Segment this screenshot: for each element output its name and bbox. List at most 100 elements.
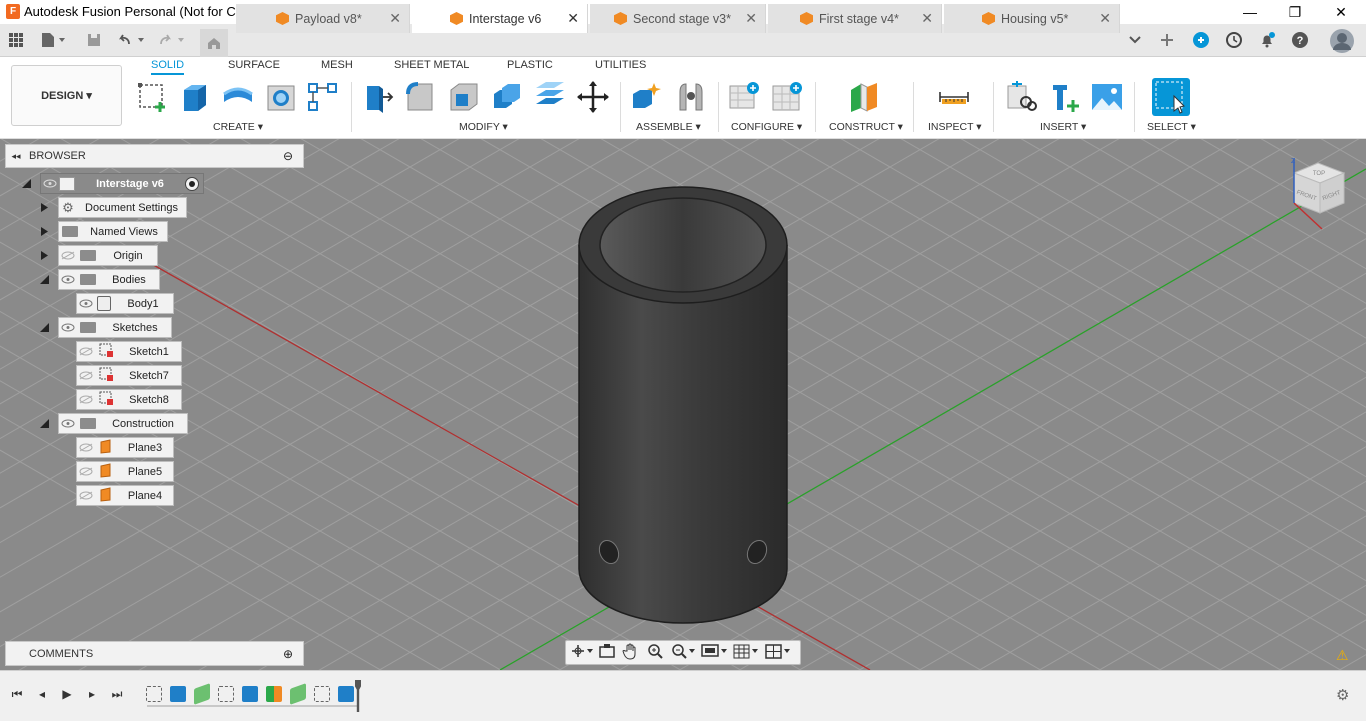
insert-mcmaster-icon[interactable] xyxy=(1047,80,1081,114)
grid-settings-icon[interactable] xyxy=(732,642,760,663)
eye-hidden-icon[interactable] xyxy=(77,366,95,385)
collapse-arrow-icon[interactable] xyxy=(39,322,50,333)
tab-mesh[interactable]: MESH xyxy=(321,59,353,75)
create-menu[interactable]: CREATE ▾ xyxy=(213,121,263,133)
grid-icon[interactable] xyxy=(4,28,28,52)
activate-radio-icon[interactable] xyxy=(185,176,199,191)
tree-item-bodies[interactable]: Bodies xyxy=(58,269,160,290)
tree-item-sketch1[interactable]: Sketch1 xyxy=(76,341,182,362)
bell-icon[interactable] xyxy=(1255,28,1279,52)
joint-icon[interactable] xyxy=(674,80,708,114)
tree-item-origin[interactable]: Origin xyxy=(58,245,158,266)
close-tab-icon[interactable]: ✕ xyxy=(921,10,933,27)
add-comment-icon[interactable]: ⊕ xyxy=(283,647,303,661)
avatar-icon[interactable] xyxy=(1328,27,1356,55)
configure-menu[interactable]: CONFIGURE ▾ xyxy=(731,121,802,133)
timeline-extrude-icon[interactable] xyxy=(242,686,258,702)
help-icon[interactable]: ? xyxy=(1288,28,1312,52)
close-tab-icon[interactable]: ✕ xyxy=(745,10,757,27)
eye-hidden-icon[interactable] xyxy=(77,486,95,505)
insert-derive-icon[interactable] xyxy=(1004,80,1038,114)
tree-item-plane5[interactable]: Plane5 xyxy=(76,461,174,482)
tree-item-plane3[interactable]: Plane3 xyxy=(76,437,174,458)
minimize-browser-icon[interactable]: ⊖ xyxy=(283,149,303,163)
offset-plane-icon[interactable] xyxy=(847,80,881,114)
collapse-arrow-icon[interactable] xyxy=(39,274,50,285)
look-at-icon[interactable] xyxy=(598,643,616,662)
create-sketch-icon[interactable] xyxy=(136,80,170,114)
workspace-switcher-button[interactable]: DESIGN ▾ xyxy=(11,65,122,126)
configure-table-icon[interactable] xyxy=(728,80,762,114)
tab-interstage[interactable]: Interstage v6 ✕ xyxy=(412,4,588,33)
new-component-icon[interactable] xyxy=(630,80,664,114)
close-tab-icon[interactable]: ✕ xyxy=(389,10,401,27)
eye-icon[interactable] xyxy=(59,270,77,289)
modify-menu[interactable]: MODIFY ▾ xyxy=(459,121,508,133)
eye-hidden-icon[interactable] xyxy=(77,462,95,481)
eye-icon[interactable] xyxy=(59,414,77,433)
zoom-icon[interactable] xyxy=(646,642,664,663)
eye-hidden-icon[interactable] xyxy=(77,342,95,361)
timeline-offset-plane-icon[interactable] xyxy=(266,686,282,702)
clock-icon[interactable] xyxy=(1222,28,1246,52)
tree-item-construction[interactable]: Construction xyxy=(58,413,188,434)
collapse-arrow-icon[interactable] xyxy=(39,418,50,429)
offset-face-icon[interactable] xyxy=(533,80,567,114)
timeline-next-button[interactable]: ▸ xyxy=(85,687,99,701)
timeline-last-button[interactable]: ⏭ xyxy=(110,687,124,701)
fit-icon[interactable] xyxy=(670,642,696,663)
tree-item-named-views[interactable]: Named Views xyxy=(58,221,168,242)
timeline-first-button[interactable]: ⏮ xyxy=(10,687,24,701)
tab-payload[interactable]: Payload v8* ✕ xyxy=(236,4,410,33)
interstage-body[interactable] xyxy=(578,186,788,624)
maximize-button[interactable]: ❐ xyxy=(1272,0,1318,24)
eye-hidden-icon[interactable] xyxy=(77,390,95,409)
move-icon[interactable] xyxy=(576,80,610,114)
timeline-previous-button[interactable]: ◂ xyxy=(35,687,49,701)
tab-second-stage[interactable]: Second stage v3* ✕ xyxy=(590,4,766,33)
select-icon[interactable] xyxy=(1152,78,1190,116)
assemble-menu[interactable]: ASSEMBLE ▾ xyxy=(636,121,701,133)
construct-menu[interactable]: CONSTRUCT ▾ xyxy=(829,121,903,133)
viewports-icon[interactable] xyxy=(764,642,792,663)
tab-sheet-metal[interactable]: SHEET METAL xyxy=(394,59,469,75)
timeline-extrude-icon[interactable] xyxy=(338,686,354,702)
timeline-sketch-icon[interactable] xyxy=(146,686,162,702)
eye-hidden-icon[interactable] xyxy=(59,246,77,265)
collapse-browser-icon[interactable]: ◂◂ xyxy=(6,151,26,162)
revolve-icon[interactable] xyxy=(221,80,255,114)
canvas-viewport[interactable] xyxy=(0,139,1366,670)
tab-housing[interactable]: Housing v5* ✕ xyxy=(944,4,1120,33)
inspect-menu[interactable]: INSPECT ▾ xyxy=(928,121,982,133)
eye-icon[interactable] xyxy=(41,174,59,193)
plus-icon[interactable] xyxy=(1155,28,1179,52)
eye-icon[interactable] xyxy=(77,294,95,313)
timeline-sketch-icon[interactable] xyxy=(314,686,330,702)
expand-arrow-icon[interactable] xyxy=(39,250,50,261)
fillet-icon[interactable] xyxy=(404,80,438,114)
tab-surface[interactable]: SURFACE xyxy=(228,59,280,75)
measure-icon[interactable] xyxy=(937,80,971,114)
tab-plastic[interactable]: PLASTIC xyxy=(507,59,553,75)
tab-solid[interactable]: SOLID xyxy=(151,59,185,75)
combine-icon[interactable] xyxy=(490,80,524,114)
tree-item-plane4[interactable]: Plane4 xyxy=(76,485,174,506)
file-menu-button[interactable] xyxy=(38,28,70,52)
close-tab-icon[interactable]: ✕ xyxy=(1099,10,1111,27)
tree-item-document-settings[interactable]: ⚙ Document Settings xyxy=(58,197,187,218)
warning-icon[interactable]: ⚠ xyxy=(1336,647,1352,663)
timeline-play-button[interactable]: ▶ xyxy=(60,687,74,701)
extrude-icon[interactable] xyxy=(178,80,212,114)
tree-item-body1[interactable]: Body1 xyxy=(76,293,174,314)
timeline-sketch-icon[interactable] xyxy=(218,686,234,702)
expand-arrow-icon[interactable] xyxy=(39,226,50,237)
collapse-arrow-icon[interactable] xyxy=(21,178,32,189)
pan-icon[interactable] xyxy=(622,642,640,663)
select-menu[interactable]: SELECT ▾ xyxy=(1147,121,1196,133)
viewcube[interactable]: TOP FRONT RIGHT Z xyxy=(1282,155,1350,235)
tree-root-interstage[interactable]: Interstage v6 xyxy=(40,173,204,194)
shell-icon[interactable] xyxy=(447,80,481,114)
timeline-extrude-icon[interactable] xyxy=(170,686,186,702)
close-tab-icon[interactable]: ✕ xyxy=(567,10,579,27)
configure-rule-icon[interactable] xyxy=(771,80,805,114)
